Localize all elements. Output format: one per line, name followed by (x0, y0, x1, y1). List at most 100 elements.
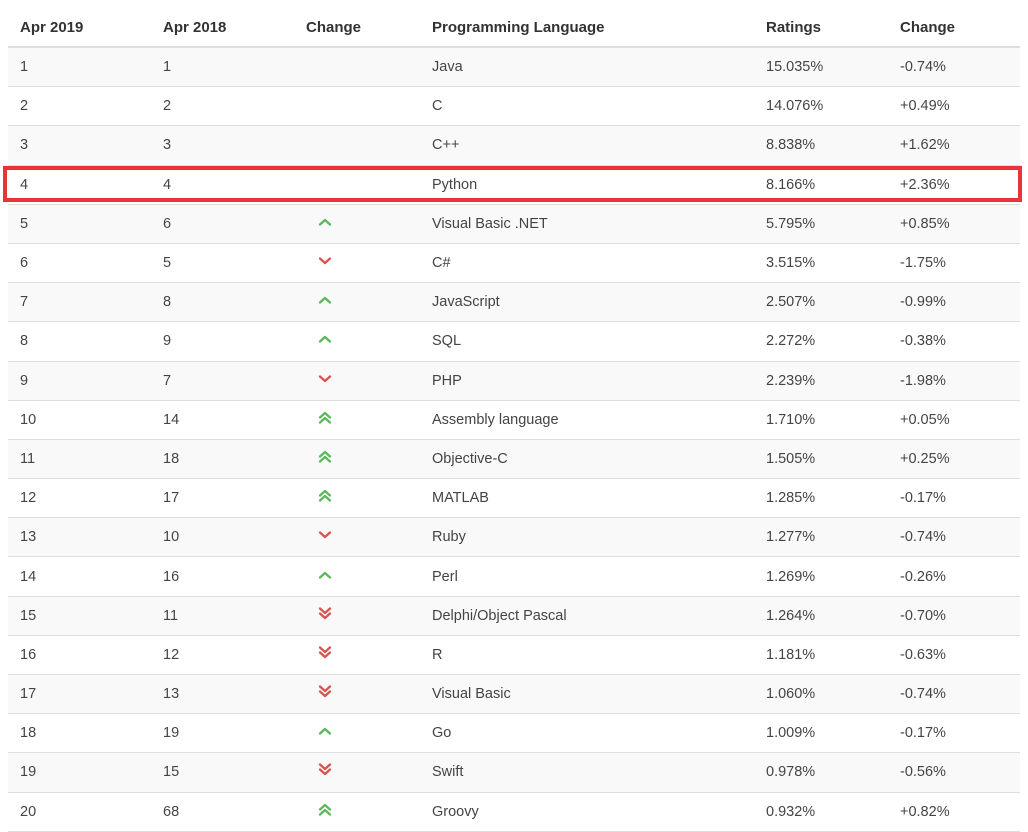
rating-change: -0.26% (900, 568, 946, 585)
header-apr-2019[interactable]: Apr 2019 (8, 19, 151, 36)
rank-2019: 2 (20, 98, 29, 115)
table-row: 5 6 Visual Basic .NET 5.795% +0.85% (8, 204, 1020, 244)
double-chevron-up-icon (318, 450, 332, 464)
double-chevron-up-icon (318, 411, 332, 425)
header-ratings[interactable]: Ratings (754, 19, 888, 36)
chevron-down-icon (318, 528, 332, 542)
rating-value: 8.838% (766, 137, 816, 154)
double-chevron-down-icon (318, 607, 332, 621)
rank-2019: 18 (20, 725, 37, 742)
language-name: R (432, 646, 443, 663)
table-row: 13 10 Ruby 1.277% -0.74% (8, 518, 1020, 558)
language-name: Assembly language (432, 411, 559, 428)
language-name: Perl (432, 568, 458, 585)
rating-change: -0.17% (900, 725, 946, 742)
rank-change (294, 724, 420, 742)
ranking-table: Apr 2019 Apr 2018 Change Programming Lan… (8, 8, 1020, 832)
rank-2019: 4 (20, 176, 29, 193)
rank-2019: 7 (20, 294, 29, 311)
rank-2018: 1 (163, 59, 172, 76)
language-name: PHP (432, 372, 462, 389)
rank-change (294, 254, 420, 272)
rank-change (294, 450, 420, 468)
header-change-rating[interactable]: Change (888, 19, 1020, 36)
rank-2019: 20 (20, 803, 37, 820)
rating-change: +0.82% (900, 803, 950, 820)
rank-2018: 11 (163, 607, 179, 624)
rank-2019: 17 (20, 686, 37, 703)
rating-change: +0.25% (900, 450, 950, 467)
table-row: 16 12 R 1.181% -0.63% (8, 635, 1020, 675)
rating-value: 1.505% (766, 450, 816, 467)
double-chevron-up-icon (318, 803, 332, 817)
chevron-down-icon (318, 372, 332, 386)
rating-change: -1.75% (900, 255, 946, 272)
rank-2018: 4 (163, 176, 172, 193)
language-name: Ruby (432, 529, 466, 546)
rating-change: +1.62% (900, 137, 950, 154)
chevron-up-icon (318, 332, 332, 346)
rank-2019: 16 (20, 646, 37, 663)
rank-2018: 16 (163, 568, 180, 585)
double-chevron-down-icon (318, 646, 332, 660)
header-programming-language[interactable]: Programming Language (420, 19, 754, 36)
language-name: Swift (432, 764, 464, 781)
language-name: SQL (432, 333, 462, 350)
rating-value: 1.181% (766, 646, 816, 663)
rank-2018: 68 (163, 803, 180, 820)
language-name: C# (432, 255, 451, 272)
rank-change (294, 646, 420, 664)
header-apr-2018[interactable]: Apr 2018 (151, 19, 294, 36)
rating-change: +0.49% (900, 98, 950, 115)
rank-change (294, 372, 420, 390)
rank-2018: 8 (163, 294, 172, 311)
rating-value: 1.285% (766, 490, 816, 507)
rating-value: 0.932% (766, 803, 816, 820)
rank-change (294, 607, 420, 625)
language-name: MATLAB (432, 490, 489, 507)
table-row: 19 15 Swift 0.978% -0.56% (8, 753, 1020, 793)
rank-change (294, 293, 420, 311)
table-row: 3 3 C++ 8.838% +1.62% (8, 126, 1020, 166)
rating-value: 1.060% (766, 686, 816, 703)
double-chevron-down-icon (318, 685, 332, 699)
rank-2018: 10 (163, 529, 180, 546)
rating-value: 0.978% (766, 764, 816, 781)
chevron-up-icon (318, 293, 332, 307)
rating-value: 1.269% (766, 568, 816, 585)
table-row: 6 5 C# 3.515% -1.75% (8, 243, 1020, 284)
table-row: 20 68 Groovy 0.932% +0.82% (8, 792, 1020, 832)
language-name: C (432, 98, 443, 115)
rating-value: 2.507% (766, 294, 816, 311)
rank-change (294, 215, 420, 233)
chevron-up-icon (318, 568, 332, 582)
language-name: JavaScript (432, 294, 500, 311)
table-row: 15 11 Delphi/Object Pascal 1.264% -0.70% (8, 596, 1020, 636)
table-row: 10 14 Assembly language 1.710% +0.05% (8, 400, 1020, 440)
rank-2019: 6 (20, 255, 29, 272)
rank-2018: 5 (163, 255, 172, 272)
rank-2018: 14 (163, 411, 180, 428)
language-name: Visual Basic .NET (432, 215, 548, 232)
rating-change: -1.98% (900, 372, 946, 389)
language-name: Objective-C (432, 450, 508, 467)
rating-change: -0.56% (900, 764, 946, 781)
rating-value: 1.710% (766, 411, 816, 428)
rank-2018: 6 (163, 215, 172, 232)
rating-change: -0.74% (900, 529, 946, 546)
rank-2018: 15 (163, 764, 180, 781)
rating-change: -0.70% (900, 607, 946, 624)
rank-2018: 18 (163, 450, 180, 467)
rank-change (294, 763, 420, 781)
table-row: 7 8 JavaScript 2.507% -0.99% (8, 283, 1020, 323)
rank-2018: 9 (163, 333, 172, 350)
header-change-rank[interactable]: Change (294, 19, 420, 36)
rank-2019: 9 (20, 372, 29, 389)
rating-change: -0.99% (900, 294, 946, 311)
rank-2019: 11 (20, 450, 36, 467)
rank-2019: 15 (20, 607, 37, 624)
rating-change: +0.85% (900, 215, 950, 232)
rating-value: 3.515% (766, 255, 816, 272)
rank-2018: 2 (163, 98, 172, 115)
rank-change (294, 685, 420, 703)
